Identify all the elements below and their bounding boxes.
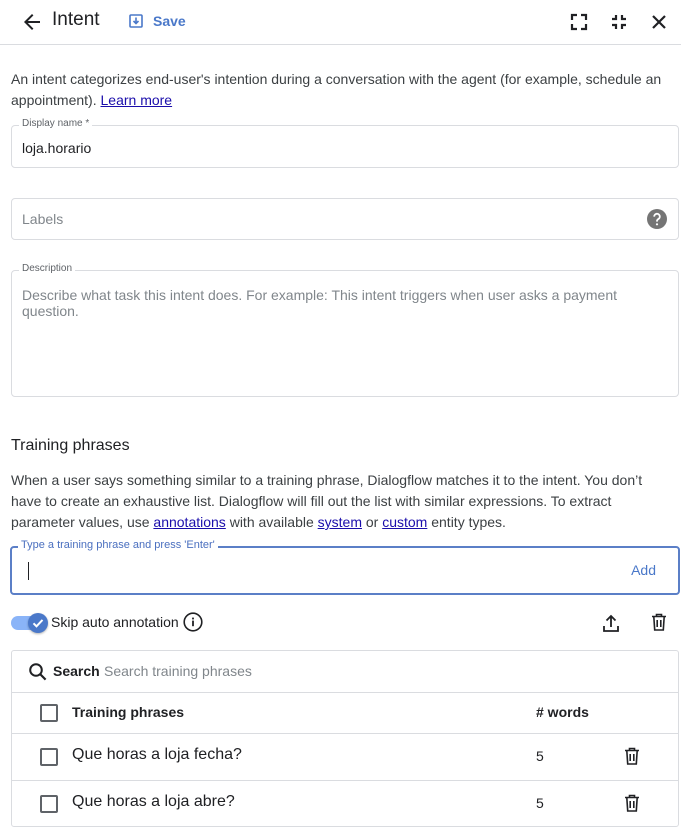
delete-row-icon[interactable] <box>623 793 641 813</box>
word-count: 5 <box>536 795 544 811</box>
row-checkbox[interactable] <box>40 795 58 813</box>
training-phrases-table: Search Search training phrases Training … <box>11 650 679 827</box>
close-icon[interactable] <box>647 10 671 34</box>
system-link[interactable]: system <box>318 514 362 530</box>
skip-auto-annotation-label: Skip auto annotation <box>51 614 179 630</box>
add-button[interactable]: Add <box>631 562 656 578</box>
intro-text: An intent categorizes end-user's intenti… <box>11 69 671 111</box>
custom-link[interactable]: custom <box>382 514 427 530</box>
search-input[interactable]: Search training phrases <box>104 663 504 679</box>
exit-fullscreen-icon[interactable] <box>607 10 631 34</box>
column-header-phrases: Training phrases <box>72 704 185 720</box>
info-icon[interactable] <box>183 612 203 632</box>
skip-auto-annotation-toggle[interactable] <box>11 613 48 633</box>
dialog-header: Intent Save <box>0 0 681 45</box>
delete-row-icon[interactable] <box>623 746 641 766</box>
save-icon <box>128 13 144 29</box>
desc-text-2: with available <box>225 514 318 530</box>
row-checkbox[interactable] <box>40 748 58 766</box>
training-phrases-title: Training phrases <box>11 437 130 454</box>
fullscreen-icon[interactable] <box>567 10 591 34</box>
training-phrase-input-label: Type a training phrase and press 'Enter' <box>18 539 218 551</box>
back-arrow-icon[interactable] <box>20 10 44 34</box>
labels-field[interactable]: Labels <box>11 198 679 240</box>
display-name-field[interactable]: Display name * loja.horario <box>11 118 679 168</box>
text-cursor <box>28 562 29 580</box>
desc-text-4: entity types. <box>427 514 506 530</box>
desc-text-3: or <box>361 514 383 530</box>
search-icon <box>28 662 48 682</box>
training-phrase-text[interactable]: Que horas a loja abre? <box>72 793 235 811</box>
description-field[interactable]: Description Describe what task this inte… <box>11 263 679 397</box>
learn-more-link[interactable]: Learn more <box>101 92 173 108</box>
upload-icon[interactable] <box>601 612 621 634</box>
divider <box>12 692 678 693</box>
divider <box>12 780 678 781</box>
labels-placeholder: Labels <box>22 211 64 227</box>
description-label: Description <box>19 263 76 274</box>
annotations-link[interactable]: annotations <box>153 514 225 530</box>
save-label: Save <box>153 13 186 29</box>
save-button[interactable]: Save <box>128 10 186 32</box>
word-count: 5 <box>536 748 544 764</box>
page-title: Intent <box>52 9 100 30</box>
delete-all-icon[interactable] <box>650 612 668 632</box>
training-phrases-description: When a user says something similar to a … <box>11 470 675 533</box>
column-header-words: # words <box>536 704 589 720</box>
display-name-value: loja.horario <box>22 140 92 156</box>
training-phrase-input[interactable]: Type a training phrase and press 'Enter'… <box>10 539 680 595</box>
help-icon[interactable] <box>646 208 668 230</box>
toggle-thumb <box>28 613 48 633</box>
training-phrase-text[interactable]: Que horas a loja fecha? <box>72 746 242 764</box>
description-placeholder: Describe what task this intent does. For… <box>22 287 618 319</box>
display-name-label: Display name * <box>19 118 93 129</box>
search-label: Search <box>53 663 100 679</box>
divider <box>12 733 678 734</box>
select-all-checkbox[interactable] <box>40 704 58 722</box>
